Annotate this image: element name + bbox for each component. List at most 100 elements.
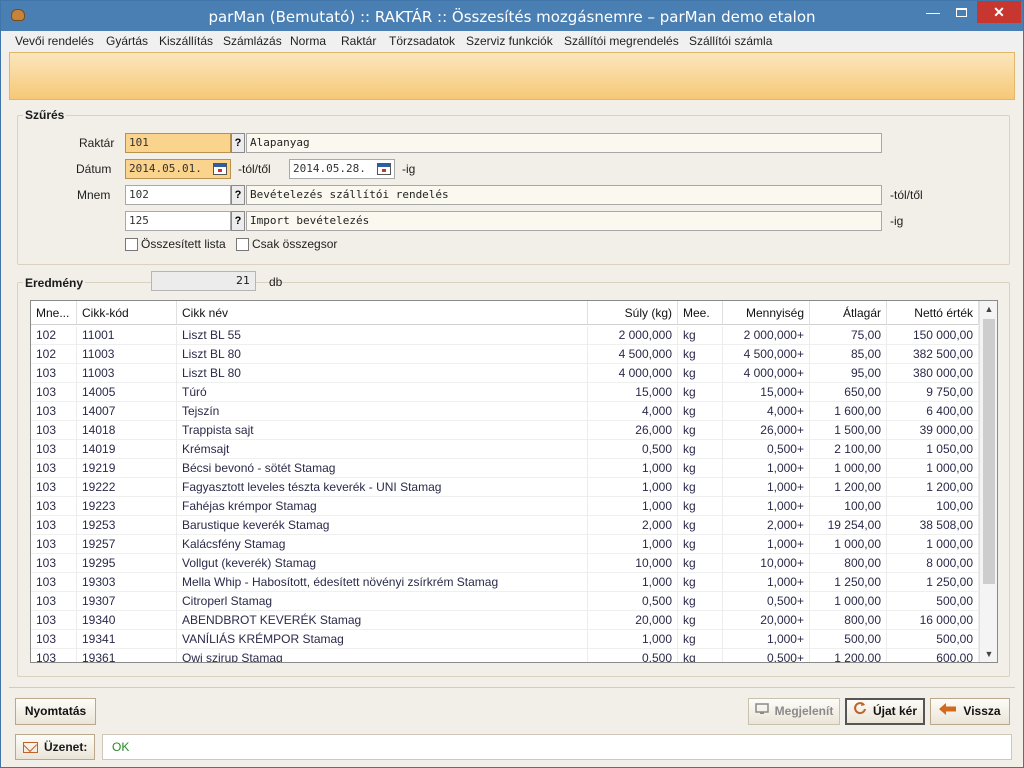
- table-row[interactable]: 103 19295 Vollgut (keverék) Stamag 10,000 kg…: [31, 554, 979, 573]
- header-banner: [9, 52, 1015, 100]
- cell-cikk-nev: Mella Whip - Habosított, édesített növén…: [177, 573, 588, 592]
- mnem-to-input[interactable]: 125: [125, 211, 231, 231]
- table-row[interactable]: 103 19257 Kalácsfény Stamag 1,000 kg 1,000+ 1 …: [31, 535, 979, 554]
- table-row[interactable]: 103 19341 VANÍLIÁS KRÉMPOR Stamag 1,000 kg 1,…: [31, 630, 979, 649]
- menu-item-gyartas[interactable]: Gyártás: [106, 34, 148, 48]
- cell-mnem: 103: [31, 421, 77, 440]
- mnem-to-lookup-button[interactable]: ?: [231, 211, 245, 231]
- table-row[interactable]: 103 14019 Krémsajt 0,500 kg 0,500+ 2 100,00 1 0…: [31, 440, 979, 459]
- monitor-icon: [754, 699, 769, 724]
- table-row[interactable]: 103 19253 Barustique keverék Stamag 2,000 kg…: [31, 516, 979, 535]
- column-header-atlagar[interactable]: Átlagár: [810, 301, 887, 325]
- cell-atlagar: 1 000,00: [810, 592, 887, 611]
- new-request-button[interactable]: Újat kér: [845, 698, 925, 725]
- message-button[interactable]: Üzenet:: [15, 734, 95, 760]
- cell-netto-ertek: 1 250,00: [887, 573, 979, 592]
- maximize-button[interactable]: [947, 1, 975, 23]
- cell-mennyiseg: 0,500+: [723, 440, 810, 459]
- cell-mee: kg: [678, 611, 723, 630]
- table-row[interactable]: 103 19223 Fahéjas krémpor Stamag 1,000 kg 1,0…: [31, 497, 979, 516]
- cell-suly: 4,000: [588, 402, 678, 421]
- cell-suly: 0,500: [588, 592, 678, 611]
- table-row[interactable]: 102 11003 Liszt BL 80 4 500,000 kg 4 500,000+…: [31, 345, 979, 364]
- table-row[interactable]: 103 14018 Trappista sajt 26,000 kg 26,000+ 1 5…: [31, 421, 979, 440]
- mnem-from-lookup-button[interactable]: ?: [231, 185, 245, 205]
- mnem-label: Mnem: [77, 188, 111, 202]
- column-header-netto-ertek[interactable]: Nettó érték: [887, 301, 979, 325]
- raktar-label: Raktár: [79, 136, 115, 150]
- mnem-from-input[interactable]: 102: [125, 185, 231, 205]
- cell-cikk-nev: Kalácsfény Stamag: [177, 535, 588, 554]
- summary-list-checkbox[interactable]: [125, 238, 138, 251]
- column-header-suly[interactable]: Súly (kg): [588, 301, 678, 325]
- cell-mnem: 103: [31, 383, 77, 402]
- cell-mee: kg: [678, 326, 723, 345]
- cell-netto-ertek: 382 500,00: [887, 345, 979, 364]
- cell-mee: kg: [678, 630, 723, 649]
- menu-item-szamlazas[interactable]: Számlázás: [223, 34, 282, 48]
- column-header-mee[interactable]: Mee.: [678, 301, 723, 325]
- menu-item-szerviz-funkciok[interactable]: Szerviz funkciók: [466, 34, 553, 48]
- cell-suly: 1,000: [588, 478, 678, 497]
- menu-item-raktar[interactable]: Raktár: [341, 34, 376, 48]
- vertical-scrollbar[interactable]: ▲ ▼: [979, 301, 997, 662]
- menu-item-szallitoi-szamla[interactable]: Szállítói számla: [689, 34, 772, 48]
- menu-item-norma[interactable]: Norma: [290, 34, 326, 48]
- footer-divider: [9, 687, 1015, 688]
- table-row[interactable]: 103 19340 ABENDBROT KEVERÉK Stamag 20,000 kg…: [31, 611, 979, 630]
- mnem-to-suffix: -ig: [890, 214, 904, 228]
- column-header-mennyiseg[interactable]: Mennyiség: [723, 301, 810, 325]
- cell-netto-ertek: 8 000,00: [887, 554, 979, 573]
- back-arrow-icon: [939, 699, 957, 724]
- display-button[interactable]: Megjelenít: [748, 698, 840, 725]
- raktar-lookup-button[interactable]: ?: [231, 133, 245, 153]
- table-row[interactable]: 103 19307 Citroperl Stamag 0,500 kg 0,500+ 1 0…: [31, 592, 979, 611]
- raktar-code-input[interactable]: 101: [125, 133, 231, 153]
- table-row[interactable]: 103 19303 Mella Whip - Habosított, édesíte…: [31, 573, 979, 592]
- date-from-calendar-icon[interactable]: [213, 163, 227, 175]
- mnem-to-name-field: Import bevételezés: [246, 211, 882, 231]
- back-button[interactable]: Vissza: [930, 698, 1010, 725]
- menu-item-szallitoi-megrendeles[interactable]: Szállítói megrendelés: [564, 34, 679, 48]
- table-row[interactable]: 103 19361 Owi szirup Stamag 0,500 kg 0,500+ 1 …: [31, 649, 979, 662]
- cell-atlagar: 2 100,00: [810, 440, 887, 459]
- table-row[interactable]: 102 11001 Liszt BL 55 2 000,000 kg 2 000,000+…: [31, 326, 979, 345]
- cell-atlagar: 1 000,00: [810, 535, 887, 554]
- cell-netto-ertek: 39 000,00: [887, 421, 979, 440]
- menu-item-torzsadatok[interactable]: Törzsadatok: [389, 34, 455, 48]
- table-row[interactable]: 103 14007 Tejszín 4,000 kg 4,000+ 1 600,00 6 40…: [31, 402, 979, 421]
- print-button[interactable]: Nyomtatás: [15, 698, 96, 725]
- total-only-checkbox[interactable]: [236, 238, 249, 251]
- cell-mnem: 103: [31, 478, 77, 497]
- column-header-cikk-nev[interactable]: Cikk név: [177, 301, 588, 325]
- cell-atlagar: 1 500,00: [810, 421, 887, 440]
- cell-suly: 20,000: [588, 611, 678, 630]
- column-header-mnem[interactable]: Mne...: [31, 301, 77, 325]
- scroll-up-arrow-icon[interactable]: ▲: [980, 301, 997, 317]
- cell-mnem: 103: [31, 516, 77, 535]
- cell-mennyiseg: 0,500+: [723, 649, 810, 662]
- table-row[interactable]: 103 14005 Túró 15,000 kg 15,000+ 650,00 9 750,0…: [31, 383, 979, 402]
- table-row[interactable]: 103 11003 Liszt BL 80 4 000,000 kg 4 000,000+…: [31, 364, 979, 383]
- cell-netto-ertek: 150 000,00: [887, 326, 979, 345]
- result-table[interactable]: Mne... Cikk-kód Cikk név Súly (kg) Mee. …: [30, 300, 998, 663]
- column-header-cikk-kod[interactable]: Cikk-kód: [77, 301, 177, 325]
- date-to-calendar-icon[interactable]: [377, 163, 391, 175]
- cell-mennyiseg: 20,000+: [723, 611, 810, 630]
- cell-mennyiseg: 10,000+: [723, 554, 810, 573]
- cell-atlagar: 1 000,00: [810, 459, 887, 478]
- cell-atlagar: 500,00: [810, 630, 887, 649]
- filter-group-title: Szűrés: [23, 108, 67, 122]
- minimize-button[interactable]: —: [919, 1, 947, 23]
- cell-netto-ertek: 1 050,00: [887, 440, 979, 459]
- cell-netto-ertek: 1 200,00: [887, 478, 979, 497]
- close-button[interactable]: ✕: [977, 1, 1021, 23]
- menu-item-kiszallitas[interactable]: Kiszállítás: [159, 34, 213, 48]
- scrollbar-thumb[interactable]: [983, 319, 995, 584]
- cell-suly: 0,500: [588, 649, 678, 662]
- scroll-down-arrow-icon[interactable]: ▼: [980, 646, 997, 662]
- maximize-icon: [955, 8, 967, 17]
- table-row[interactable]: 103 19222 Fagyasztott leveles tészta kever…: [31, 478, 979, 497]
- menu-item-vevoi-rendeles[interactable]: Vevői rendelés: [15, 34, 94, 48]
- table-row[interactable]: 103 19219 Bécsi bevonó - sötét Stamag 1,000…: [31, 459, 979, 478]
